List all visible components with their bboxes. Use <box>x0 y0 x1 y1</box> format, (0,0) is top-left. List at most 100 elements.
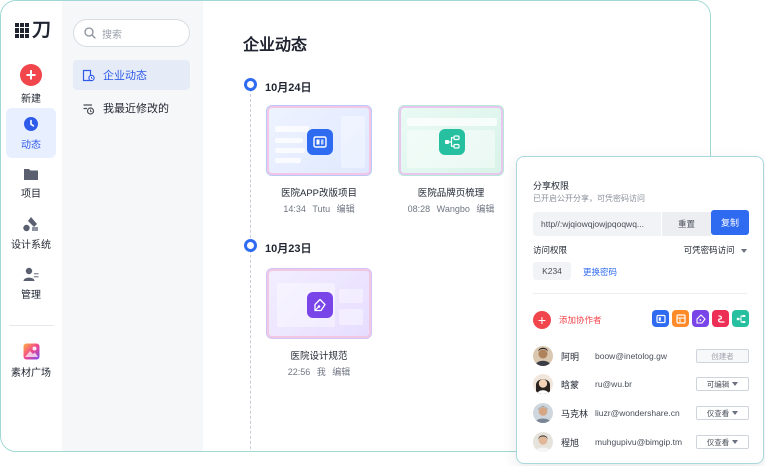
project-meta: 08:28 Wangbo 编辑 <box>398 202 504 215</box>
member-email: boow@inetolog.gw <box>595 351 667 361</box>
chevron-down-icon <box>732 411 739 415</box>
rail-item-manage[interactable]: 管理 <box>6 258 56 308</box>
share-subtitle: 已开启公开分享，可凭密码访问 <box>533 194 645 203</box>
change-password-link[interactable]: 更换密码 <box>583 266 617 278</box>
chevron-down-icon <box>732 382 739 386</box>
add-collaborator-button[interactable]: + 添加协作者 <box>533 311 602 329</box>
project-thumbnail[interactable] <box>398 105 504 176</box>
member-row: 晗蒙 ru@wu.br 可编辑 <box>533 373 749 395</box>
member-role: 创建者 <box>696 349 749 363</box>
project-name[interactable]: 医院品牌页梳理 <box>398 185 504 199</box>
share-link-text[interactable]: http//:wjqiowqjowjpqoqwq... <box>533 219 661 229</box>
user-manage-icon <box>23 267 39 281</box>
rail-item-design-system[interactable]: 设计系统 <box>6 208 56 258</box>
clock-icon <box>24 116 38 131</box>
orange-board-icon[interactable] <box>672 310 689 327</box>
member-role-select[interactable]: 仅查看 <box>696 435 749 449</box>
timeline-line <box>250 89 251 451</box>
member-row: 马克林 liuzr@wondershare.cn 仅查看 <box>533 402 749 424</box>
access-permission-label: 访问权限 <box>533 245 568 255</box>
reset-link-button[interactable]: 重置 <box>661 212 711 236</box>
rail-item-projects[interactable]: 项目 <box>6 158 56 208</box>
avatar <box>533 374 553 394</box>
share-divider <box>533 293 747 294</box>
app-icon-row <box>652 310 749 327</box>
project-name[interactable]: 医院APP改版项目 <box>266 185 372 199</box>
project-card[interactable]: 医院品牌页梳理 08:28 Wangbo 编辑 <box>398 105 504 215</box>
company-feed-icon <box>82 69 95 81</box>
logo-glyph: 刀 <box>32 19 52 41</box>
project-time: 14:34 <box>283 204 306 214</box>
green-mindmap-icon[interactable] <box>732 310 749 327</box>
search-input[interactable]: 搜索 <box>73 19 190 47</box>
member-role-select[interactable]: 可编辑 <box>696 377 749 391</box>
access-permission-select[interactable]: 可凭密码访问 <box>684 244 747 256</box>
member-name: 晗蒙 <box>561 379 580 390</box>
avatar <box>533 403 553 423</box>
rail-item-new[interactable]: + 新建 <box>6 59 56 109</box>
member-role-label: 可编辑 <box>706 379 730 389</box>
project-card[interactable]: 医院设计规范 22:56 我 编辑 <box>266 268 372 378</box>
nav-item-label: 企业动态 <box>103 70 147 82</box>
share-title: 分享权限 <box>533 181 570 191</box>
folder-icon <box>24 168 38 180</box>
rail-item-label: 动态 <box>21 139 41 151</box>
project-card[interactable]: 医院APP改版项目 14:34 Tutu 编辑 <box>266 105 372 215</box>
timeline-date: 10月24日 <box>265 82 312 94</box>
nav-panel: 搜索 企业动态 我最近修改的 <box>62 1 203 451</box>
member-role-label: 仅查看 <box>706 408 730 418</box>
project-time: 22:56 <box>287 367 311 377</box>
rail-item-assets[interactable]: 素材广场 <box>6 336 56 386</box>
member-email: liuzr@wondershare.cn <box>595 408 680 418</box>
password-field[interactable]: K234 <box>533 262 571 280</box>
project-thumbnail[interactable] <box>266 268 372 339</box>
member-email: muhgupivu@bimgip.tm <box>595 437 683 447</box>
copy-link-button[interactable]: 复制 <box>711 210 749 235</box>
project-action: 编辑 <box>336 204 355 214</box>
blue-prototype-icon[interactable] <box>652 310 669 327</box>
prototype-app-icon <box>307 129 333 155</box>
recent-edit-icon <box>83 103 95 115</box>
project-name[interactable]: 医院设计规范 <box>266 348 372 362</box>
avatar <box>533 432 553 452</box>
page-title: 企业动态 <box>243 37 308 54</box>
mindmap-app-icon <box>439 129 465 155</box>
share-permission-panel: 分享权限 已开启公开分享，可凭密码访问 http//:wjqiowqjowjpq… <box>516 156 764 464</box>
chevron-down-icon <box>741 248 747 253</box>
rail-item-label: 项目 <box>21 188 41 200</box>
timeline-date: 10月23日 <box>265 243 312 255</box>
project-thumbnail[interactable] <box>266 105 372 176</box>
app-logo[interactable]: 刀 <box>15 19 52 41</box>
purple-pen-icon[interactable] <box>692 310 709 327</box>
chevron-down-icon <box>732 440 739 444</box>
member-role-select[interactable]: 仅查看 <box>696 406 749 420</box>
member-role-label: 仅查看 <box>706 437 730 447</box>
red-link-icon[interactable] <box>712 310 729 327</box>
nav-item-company-feed[interactable]: 企业动态 <box>73 60 190 90</box>
project-action: 编辑 <box>332 367 351 377</box>
nav-item-recent-edits[interactable]: 我最近修改的 <box>73 93 190 123</box>
avatar <box>533 346 553 366</box>
project-meta: 14:34 Tutu 编辑 <box>266 202 372 215</box>
rail-item-label: 管理 <box>21 289 41 301</box>
share-link-field[interactable]: http//:wjqiowqjowjpqoqwq... 重置 <box>533 212 712 236</box>
add-collaborator-label: 添加协作者 <box>559 315 602 325</box>
asset-square-icon <box>23 343 39 360</box>
member-name: 程旭 <box>561 437 580 448</box>
rail-divider <box>9 325 54 326</box>
timeline-dot <box>244 239 257 252</box>
member-row: 阿明 boow@inetolog.gw 创建者 <box>533 345 749 367</box>
member-name: 阿明 <box>561 351 580 362</box>
plus-icon: + <box>20 63 42 86</box>
access-permission-value: 可凭密码访问 <box>683 245 735 255</box>
rail-item-label: 素材广场 <box>11 368 51 379</box>
logo-grid-icon <box>15 23 29 38</box>
member-email: ru@wu.br <box>595 379 632 389</box>
rail-item-label: 设计系统 <box>11 239 51 251</box>
project-action: 编辑 <box>476 204 495 214</box>
plus-icon: + <box>533 311 551 329</box>
member-name: 马克林 <box>561 408 589 419</box>
timeline-dot <box>244 78 257 91</box>
rail-item-activity[interactable]: 动态 <box>6 108 56 158</box>
member-role-label: 创建者 <box>711 351 734 361</box>
